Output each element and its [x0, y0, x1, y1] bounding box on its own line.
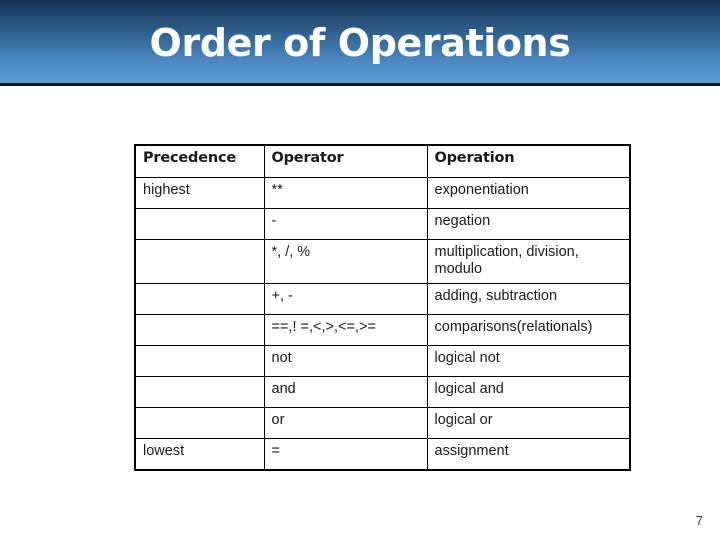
column-header-operation: Operation: [426, 144, 631, 178]
cell-precedence: [134, 345, 265, 377]
cell-operation: logical or: [426, 407, 631, 439]
cell-operation: exponentiation: [426, 177, 631, 209]
page-title: Order of Operations: [149, 21, 571, 65]
title-banner: Order of Operations: [0, 0, 720, 86]
table-row: and logical and: [134, 376, 631, 408]
table-row: lowest = assignment: [134, 438, 631, 471]
table-row: *, /, % multiplication, division, modulo: [134, 239, 631, 284]
operator-precedence-table: Precedence Operator Operation highest **…: [134, 144, 631, 471]
cell-operation: comparisons(relationals): [426, 314, 631, 346]
table-row: or logical or: [134, 407, 631, 439]
table-row: highest ** exponentiation: [134, 177, 631, 209]
table-row: +, - adding, subtraction: [134, 283, 631, 315]
table-row: - negation: [134, 208, 631, 240]
page-number: 7: [695, 513, 703, 528]
cell-operation: multiplication, division, modulo: [426, 239, 631, 284]
table-row: not logical not: [134, 345, 631, 377]
cell-operation: logical and: [426, 376, 631, 408]
cell-precedence: highest: [134, 177, 265, 209]
cell-operator: **: [263, 177, 428, 209]
cell-operation: logical not: [426, 345, 631, 377]
cell-precedence: [134, 208, 265, 240]
cell-operator: -: [263, 208, 428, 240]
cell-operator: +, -: [263, 283, 428, 315]
cell-operator: or: [263, 407, 428, 439]
cell-operator: ==,! =,<,>,<=,>=: [263, 314, 428, 346]
cell-operator: =: [263, 438, 428, 471]
cell-precedence: [134, 314, 265, 346]
operator-precedence-table-container: Precedence Operator Operation highest **…: [134, 144, 631, 471]
cell-operator: not: [263, 345, 428, 377]
table-header: Precedence Operator Operation: [134, 144, 631, 178]
cell-precedence: lowest: [134, 438, 265, 471]
table-header-row: Precedence Operator Operation: [134, 144, 631, 178]
table-row: ==,! =,<,>,<=,>= comparisons(relationals…: [134, 314, 631, 346]
cell-precedence: [134, 283, 265, 315]
cell-operation: negation: [426, 208, 631, 240]
table-body: highest ** exponentiation - negation *, …: [134, 177, 631, 471]
cell-operator: and: [263, 376, 428, 408]
cell-operation: adding, subtraction: [426, 283, 631, 315]
cell-operator: *, /, %: [263, 239, 428, 284]
cell-precedence: [134, 407, 265, 439]
cell-operation: assignment: [426, 438, 631, 471]
column-header-operator: Operator: [263, 144, 428, 178]
column-header-precedence: Precedence: [134, 144, 265, 178]
cell-precedence: [134, 239, 265, 284]
cell-precedence: [134, 376, 265, 408]
